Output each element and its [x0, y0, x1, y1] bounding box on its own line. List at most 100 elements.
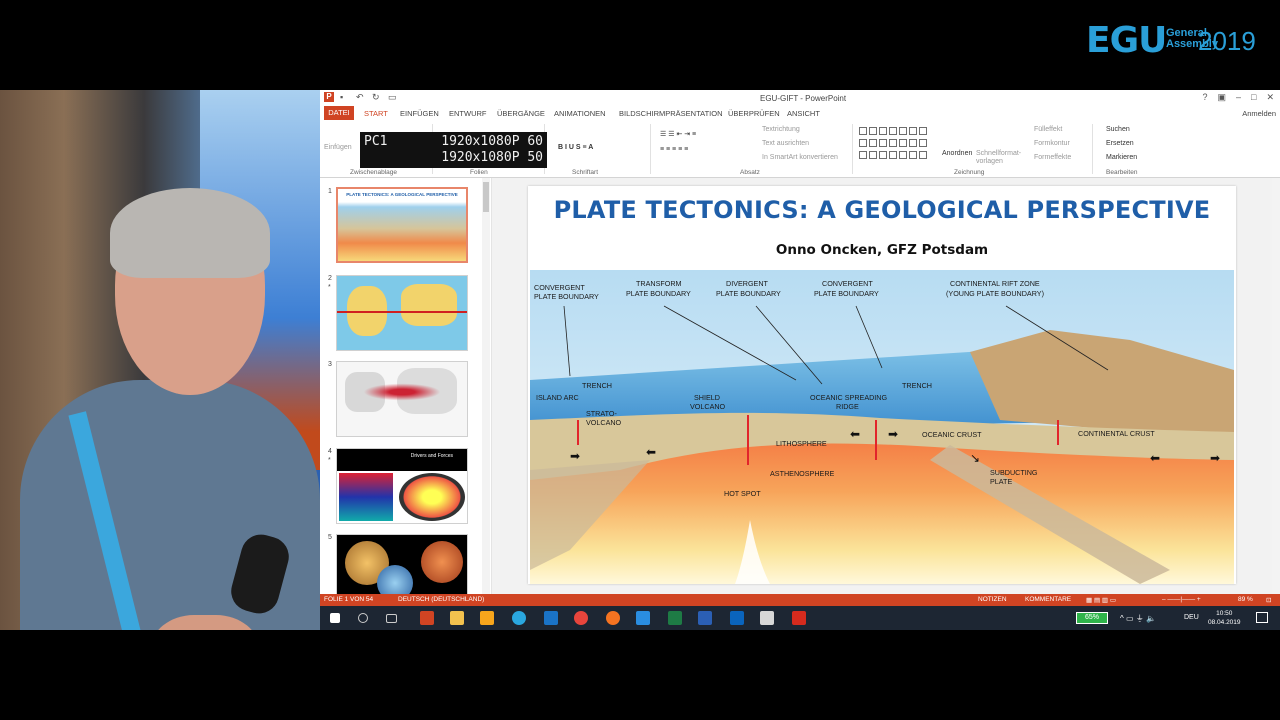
slide-author[interactable]: Onno Oncken, GFZ Potsdam: [528, 242, 1236, 258]
tab-file[interactable]: DATEI: [324, 106, 354, 120]
fit-slide-icon[interactable]: ⊡: [1266, 596, 1271, 604]
slide-thumbnail-3[interactable]: [336, 361, 468, 437]
paragraph-align-tools[interactable]: ≡ ≡ ≡ ≡ ≡: [660, 146, 688, 153]
app-icon[interactable]: [512, 611, 526, 625]
minimize-icon[interactable]: –: [1236, 92, 1241, 103]
slide-scrollbar[interactable]: [1272, 178, 1280, 594]
redo-icon[interactable]: ↻: [372, 92, 382, 102]
label-subducting: SUBDUCTING: [990, 468, 1038, 477]
task-view-icon[interactable]: [386, 614, 397, 623]
label-shield: SHIELD: [694, 393, 720, 402]
battery-indicator[interactable]: 65%: [1076, 612, 1108, 624]
excel-icon[interactable]: [668, 611, 682, 625]
smartart-button[interactable]: In SmartArt konvertieren: [762, 154, 838, 161]
slide-thumbnail-4[interactable]: Drivers and Forces: [336, 448, 468, 524]
thumbnail-scrollbar[interactable]: [482, 178, 490, 594]
find-button[interactable]: Suchen: [1106, 126, 1130, 133]
acrobat-icon[interactable]: [792, 611, 806, 625]
help-icon[interactable]: ?: [1202, 92, 1207, 103]
start-slideshow-icon[interactable]: ▭: [388, 92, 398, 102]
overlay-line-2: 1920x1080P 50: [441, 150, 543, 165]
overlay-line-1: 1920x1080P 60: [441, 134, 543, 149]
keyboard-language[interactable]: DEU: [1184, 614, 1199, 621]
app-window-icon[interactable]: [760, 611, 774, 625]
save-icon[interactable]: ▪: [340, 92, 350, 102]
label-trench-1: TRENCH: [582, 381, 612, 390]
notification-icon[interactable]: [1256, 612, 1268, 623]
firefox-icon[interactable]: [606, 611, 620, 625]
tab-insert[interactable]: EINFÜGEN: [400, 109, 439, 118]
language-indicator[interactable]: DEUTSCH (DEUTSCHLAND): [398, 596, 484, 603]
plate-tectonics-diagram[interactable]: ➡ ⬅ ⬅ ➡ ↘ ⬅ ➡ CONVERGENT PLATE BOUNDARY …: [530, 270, 1234, 584]
screen: EGU General Assembly 2019 P ▪ ↶ ↻ ▭ EGU-…: [0, 0, 1280, 720]
edge-icon[interactable]: [544, 611, 558, 625]
video-source-overlay: PC1 1920x1080P 60 1920x1080P 50: [360, 132, 547, 168]
file-explorer-icon[interactable]: [450, 611, 464, 625]
comments-button[interactable]: KOMMENTARE: [1025, 596, 1071, 603]
outline-button[interactable]: Formkontur: [1034, 140, 1070, 147]
outlook-icon[interactable]: [730, 611, 744, 625]
tab-view[interactable]: ANSICHT: [787, 109, 820, 118]
clock-time: 10:50: [1216, 610, 1233, 617]
tray-icons[interactable]: ^ ▭ ⏚ 🔈: [1120, 613, 1156, 624]
quick-styles-button[interactable]: Schnellformat-vorlagen: [976, 150, 1021, 166]
zoom-slider[interactable]: – ——|—— +: [1162, 596, 1201, 603]
window-title: EGU-GIFT - PowerPoint: [760, 94, 847, 103]
tab-review[interactable]: ÜBERPRÜFEN: [728, 109, 780, 118]
powerpoint-window: P ▪ ↶ ↻ ▭ EGU-GIFT - PowerPoint ? ▣ – □ …: [320, 90, 1280, 630]
slide-thumbnail-2[interactable]: [336, 275, 468, 351]
ribbon: Einfügen Zwischenablage Folien B I U S ≡…: [320, 120, 1280, 178]
label-strato: STRATO-: [586, 409, 617, 418]
text-direction-button[interactable]: Textrichtung: [762, 126, 800, 133]
label-convergent-1b: PLATE BOUNDARY: [534, 292, 599, 301]
outlook-app-icon[interactable]: [636, 611, 650, 625]
sign-in-link[interactable]: Anmelden: [1242, 109, 1276, 118]
select-button[interactable]: Markieren: [1106, 154, 1137, 161]
tab-slideshow[interactable]: BILDSCHIRMPRÄSENTATION: [619, 109, 722, 118]
shapes-gallery[interactable]: [858, 126, 936, 160]
view-buttons[interactable]: ▦ ▤ ▥ ▭: [1086, 596, 1116, 604]
speaker-video: [0, 90, 320, 630]
maximize-icon[interactable]: □: [1251, 92, 1256, 103]
zoom-level[interactable]: 89 %: [1238, 596, 1253, 603]
slide-counter: FOLIE 1 VON 54: [324, 596, 374, 603]
slide-thumbnail-1[interactable]: PLATE TECTONICS: A GEOLOGICAL PERSPECTIV…: [336, 187, 468, 263]
speaker-hair: [110, 188, 270, 278]
start-icon[interactable]: [330, 613, 340, 623]
egu-logo-year: 2019: [1198, 26, 1256, 56]
powerpoint-taskbar-icon[interactable]: [420, 611, 434, 625]
fill-button[interactable]: Fülleffekt: [1034, 126, 1062, 133]
overlay-source: PC1: [364, 134, 388, 149]
thumbnail-number: 1: [328, 188, 332, 195]
thumbnail-title: Drivers and Forces: [337, 449, 467, 471]
ribbon-display-icon[interactable]: ▣: [1217, 92, 1226, 103]
tab-transitions[interactable]: ÜBERGÄNGE: [497, 109, 545, 118]
arrange-button[interactable]: Anordnen: [942, 150, 972, 157]
title-bar: P ▪ ↶ ↻ ▭ EGU-GIFT - PowerPoint ? ▣ – □ …: [320, 90, 1280, 106]
label-convergent-1: CONVERGENT: [534, 283, 585, 292]
label-asthenosphere: ASTHENOSPHERE: [770, 469, 835, 478]
thumbnail-number: 3: [328, 361, 332, 368]
replace-button[interactable]: Ersetzen: [1106, 140, 1134, 147]
undo-icon[interactable]: ↶: [356, 92, 366, 102]
close-icon[interactable]: ✕: [1266, 92, 1274, 103]
slide-editor: PLATE TECTONICS: A GEOLOGICAL PERSPECTIV…: [492, 178, 1280, 594]
label-rift: CONTINENTAL RIFT ZONE: [950, 279, 1040, 288]
word-icon[interactable]: [698, 611, 712, 625]
tab-design[interactable]: ENTWURF: [449, 109, 487, 118]
search-icon[interactable]: [358, 613, 368, 623]
system-clock[interactable]: 10:50 08.04.2019: [1208, 609, 1241, 627]
notes-button[interactable]: NOTIZEN: [978, 596, 1007, 603]
paste-button[interactable]: Einfügen: [324, 144, 352, 151]
slide-title[interactable]: PLATE TECTONICS: A GEOLOGICAL PERSPECTIV…: [528, 196, 1236, 224]
powerpoint-logo-icon: P: [324, 92, 334, 102]
effects-button[interactable]: Formeffekte: [1034, 154, 1071, 161]
tab-start[interactable]: START: [364, 109, 388, 118]
paragraph-list-tools[interactable]: ☰ ☰ ⇤ ⇥ ≡: [660, 130, 696, 138]
tab-animations[interactable]: ANIMATIONEN: [554, 109, 606, 118]
current-slide[interactable]: PLATE TECTONICS: A GEOLOGICAL PERSPECTIV…: [528, 186, 1236, 584]
chrome-icon[interactable]: [574, 611, 588, 625]
align-text-button[interactable]: Text ausrichten: [762, 140, 809, 147]
illustrator-icon[interactable]: [480, 611, 494, 625]
font-tools[interactable]: B I U S ≡ A: [558, 144, 593, 151]
